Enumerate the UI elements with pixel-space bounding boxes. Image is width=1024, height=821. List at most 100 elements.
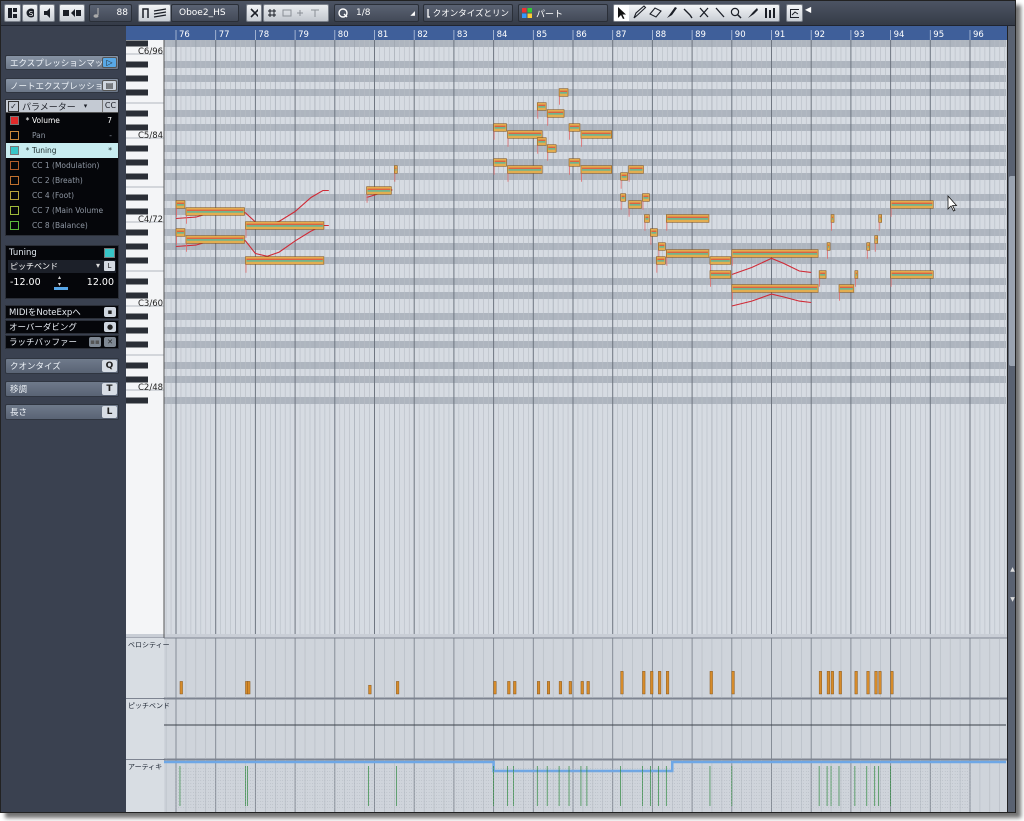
acoustic-feedback-button[interactable] [39, 4, 55, 22]
velocity-bar[interactable] [731, 671, 735, 695]
note-expression-button[interactable]: ノートエクスプレッション ▤ [5, 78, 119, 93]
parameter-row[interactable]: CC 1 (Modulation) [6, 158, 118, 173]
black-key[interactable] [126, 75, 148, 82]
velocity-bar[interactable] [537, 681, 541, 695]
insert-length-button[interactable] [138, 4, 171, 22]
black-key[interactable] [126, 341, 148, 348]
velocity-bar[interactable] [666, 671, 670, 695]
check-icon[interactable]: ✓ [8, 100, 19, 112]
sort-icon[interactable]: ▾ [84, 102, 88, 110]
velocity-bar[interactable] [838, 671, 842, 695]
velocity-bar[interactable] [507, 681, 511, 695]
black-key[interactable] [126, 278, 148, 285]
velocity-bar[interactable] [854, 671, 858, 695]
black-key[interactable] [126, 208, 148, 215]
expression-map-button[interactable]: エクスプレッションマップ ▷ [5, 55, 119, 70]
parameter-color-swatch[interactable] [10, 176, 19, 185]
latch-buffer-option[interactable]: ラッチバッファー ▪▪ ✕ [5, 335, 119, 349]
black-key[interactable] [126, 292, 148, 299]
vertical-scrollbar[interactable]: ▲ ▼ [1007, 26, 1015, 812]
velocity-bar[interactable] [642, 671, 646, 695]
parameter-color-swatch[interactable] [10, 161, 19, 170]
velocity-bar[interactable] [179, 681, 183, 695]
parameter-row[interactable]: * Tuning * [6, 143, 118, 158]
execute-icon[interactable]: ▪ [104, 307, 116, 317]
parameter-row[interactable]: Pan - [6, 128, 118, 143]
velocity-bar[interactable] [818, 671, 822, 695]
velocity-bar[interactable] [558, 681, 562, 695]
parameter-color-swatch[interactable] [10, 131, 19, 140]
velocity-bar[interactable] [493, 681, 497, 695]
solo-editor-button[interactable]: S [22, 4, 38, 22]
black-key[interactable] [126, 362, 148, 369]
velocity-bar[interactable] [709, 671, 713, 695]
section-quantize[interactable]: クオンタイズ Q [5, 358, 119, 374]
scroll-thumb[interactable] [1009, 176, 1015, 366]
parameter-color-swatch[interactable] [10, 116, 19, 125]
grid-tools-group[interactable] [263, 4, 329, 22]
section-length[interactable]: 長さ L [5, 404, 119, 420]
velocity-bar[interactable] [368, 684, 372, 695]
note-expression-icon[interactable]: ▤ [102, 80, 117, 91]
learn-icon[interactable]: L [104, 261, 115, 271]
velocity-bar[interactable] [866, 671, 870, 695]
parameter-color-swatch[interactable] [10, 206, 19, 215]
black-key[interactable] [126, 376, 148, 383]
length-quantize-selector[interactable]: クオンタイズとリン [423, 4, 513, 22]
velocity-bar[interactable] [830, 671, 834, 695]
velocity-bar[interactable] [513, 681, 517, 695]
quantize-selector[interactable]: 1/8 ◢ [334, 4, 419, 22]
velocity-bar[interactable] [580, 681, 584, 695]
midi-to-noteexp-option[interactable]: MIDIをNoteExpへ ▪ [5, 305, 119, 319]
range-min-field[interactable]: -12.00 [10, 277, 41, 288]
velocity-bar[interactable] [650, 671, 654, 695]
expression-map-icon[interactable]: ▷ [102, 57, 117, 68]
inspector-toggle-button[interactable] [4, 4, 21, 22]
velocity-bar[interactable] [874, 671, 878, 695]
black-key[interactable] [126, 61, 148, 68]
stepper-icon[interactable]: ▴ ▾ [58, 274, 61, 288]
key-editor[interactable]: C6/96 C5/84 C4/72 C3/60 C2/48 76 77 78 79 80 81 82 8… [126, 26, 1009, 813]
black-key[interactable] [126, 159, 148, 166]
black-key[interactable] [126, 243, 148, 250]
velocity-bar[interactable] [546, 681, 550, 695]
black-key[interactable] [126, 110, 148, 117]
color-mode-selector[interactable]: パート [518, 4, 608, 22]
black-key[interactable] [126, 194, 148, 201]
black-key[interactable] [126, 257, 148, 264]
buffer-icon[interactable]: ▪▪ [89, 337, 101, 347]
snap-button[interactable] [246, 4, 262, 22]
tuning-source-selector[interactable]: ピッチベンド ▾ L [8, 260, 116, 273]
expression-window-button[interactable] [786, 4, 803, 22]
velocity-bar[interactable] [878, 671, 882, 695]
parameter-color-swatch[interactable] [10, 221, 19, 230]
articulation-lane[interactable] [126, 759, 1009, 813]
velocity-bar[interactable] [620, 671, 624, 695]
velocity-field[interactable]: 88 [89, 4, 132, 22]
velocity-bar[interactable] [568, 681, 572, 695]
toolbar-expand-icon[interactable]: ◀ [805, 5, 811, 14]
auto-scroll-button[interactable] [59, 4, 85, 22]
velocity-bar[interactable] [586, 681, 590, 695]
parameter-row[interactable]: CC 7 (Main Volume [6, 203, 118, 218]
parameter-row[interactable]: * Volume 7 [6, 113, 118, 128]
black-key[interactable] [126, 327, 148, 334]
range-max-field[interactable]: 12.00 [87, 277, 114, 288]
parameter-row[interactable]: CC 4 (Foot) [6, 188, 118, 203]
scroll-down-icon[interactable]: ▼ [1009, 596, 1015, 603]
parameter-row[interactable]: CC 8 (Balance) [6, 218, 118, 233]
parameter-row[interactable]: CC 2 (Breath) [6, 173, 118, 188]
range-slider[interactable] [54, 287, 68, 290]
black-key[interactable] [126, 173, 148, 180]
black-key[interactable] [126, 397, 148, 404]
parameter-color-swatch[interactable] [10, 191, 19, 200]
velocity-bar[interactable] [826, 671, 830, 695]
instrument-selector[interactable]: Oboe2_HS [171, 4, 239, 22]
black-key[interactable] [126, 124, 148, 131]
scroll-up-icon[interactable]: ▲ [1009, 566, 1015, 573]
velocity-bar[interactable] [658, 671, 662, 695]
clear-icon[interactable]: ✕ [104, 337, 116, 347]
velocity-bar[interactable] [396, 681, 400, 695]
record-icon[interactable]: ● [104, 322, 116, 332]
pitchbend-lane[interactable] [126, 698, 1009, 760]
